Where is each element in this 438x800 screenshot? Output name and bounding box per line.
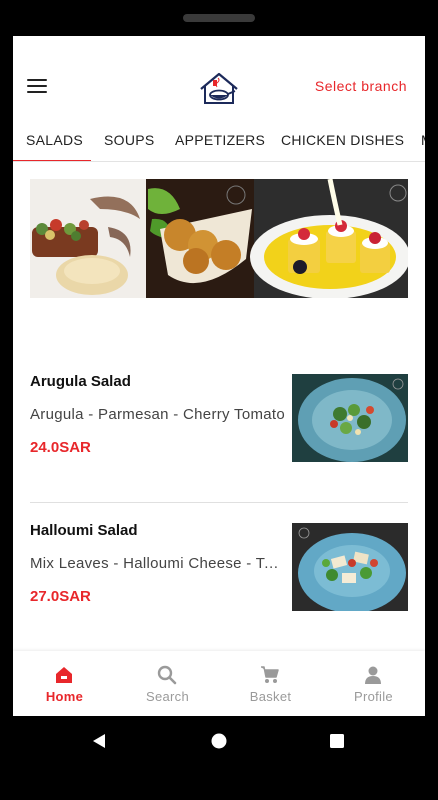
active-tab-indicator [13, 160, 91, 161]
home-circle-icon[interactable] [211, 732, 227, 750]
item-price: 24.0SAR [30, 439, 91, 456]
restaurant-logo [200, 72, 238, 104]
select-branch-button[interactable]: Select branch [315, 78, 407, 94]
nav-profile-label: Profile [354, 689, 393, 704]
back-icon[interactable] [90, 732, 108, 750]
nav-search[interactable]: Search [116, 651, 219, 716]
menu-item-card[interactable]: Halloumi Salad Mix Leaves - Halloumi Che… [30, 522, 408, 642]
item-image [292, 523, 408, 611]
app-bar: Select branch [13, 36, 425, 136]
tab-chicken-dishes[interactable]: CHICKEN DISHES [281, 132, 404, 148]
menu-item-card[interactable]: Arugula Salad Arugula - Parmesan - Cherr… [30, 373, 408, 493]
item-name: Halloumi Salad [30, 522, 138, 539]
nav-search-label: Search [146, 689, 189, 704]
category-tabs: SALADS SOUPS APPETIZERS CHICKEN DISHES M [13, 122, 425, 162]
profile-icon [365, 666, 381, 684]
tab-more[interactable]: M [421, 132, 425, 148]
menu-icon[interactable] [27, 79, 47, 95]
nav-basket-label: Basket [249, 689, 292, 704]
system-navigation-bar [0, 716, 438, 776]
promo-banner[interactable] [30, 179, 408, 298]
phone-speaker [183, 14, 255, 22]
nav-home-label: Home [45, 689, 84, 704]
home-icon [56, 667, 72, 683]
search-icon [157, 665, 177, 685]
basket-icon [261, 666, 279, 683]
item-divider [30, 502, 408, 503]
tab-salads[interactable]: SALADS [26, 132, 83, 148]
bottom-navigation: Home Search Basket Profile [13, 651, 425, 716]
app-screen: Select branch SALADS SOUPS APPETIZERS CH… [13, 36, 425, 716]
item-description: Arugula - Parmesan - Cherry Tomato [30, 406, 286, 423]
tab-soups[interactable]: SOUPS [104, 132, 155, 148]
item-description: Mix Leaves - Halloumi Cheese - Tomato [30, 555, 286, 572]
item-image [292, 374, 408, 462]
item-name: Arugula Salad [30, 373, 131, 390]
nav-home[interactable]: Home [13, 651, 116, 716]
nav-basket[interactable]: Basket [219, 651, 322, 716]
recents-icon[interactable] [329, 732, 345, 750]
tab-appetizers[interactable]: APPETIZERS [175, 132, 265, 148]
item-price: 27.0SAR [30, 588, 91, 605]
nav-profile[interactable]: Profile [322, 651, 425, 716]
phone-frame: Select branch SALADS SOUPS APPETIZERS CH… [0, 0, 438, 800]
